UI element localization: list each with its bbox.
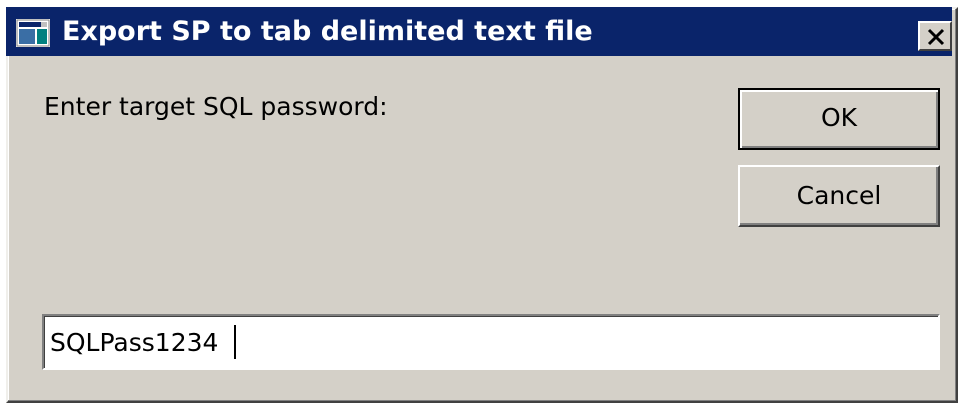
password-prompt-label: Enter target SQL password: bbox=[44, 92, 388, 121]
window-title: Export SP to tab delimited text file bbox=[62, 16, 593, 47]
close-button[interactable] bbox=[918, 21, 952, 51]
app-window-icon bbox=[16, 19, 50, 47]
title-bar[interactable]: Export SP to tab delimited text file bbox=[6, 7, 952, 56]
cancel-button[interactable]: Cancel bbox=[738, 165, 940, 227]
text-caret bbox=[234, 325, 236, 359]
close-icon bbox=[927, 28, 945, 46]
ok-button[interactable]: OK bbox=[738, 88, 940, 150]
password-input[interactable] bbox=[42, 314, 940, 370]
